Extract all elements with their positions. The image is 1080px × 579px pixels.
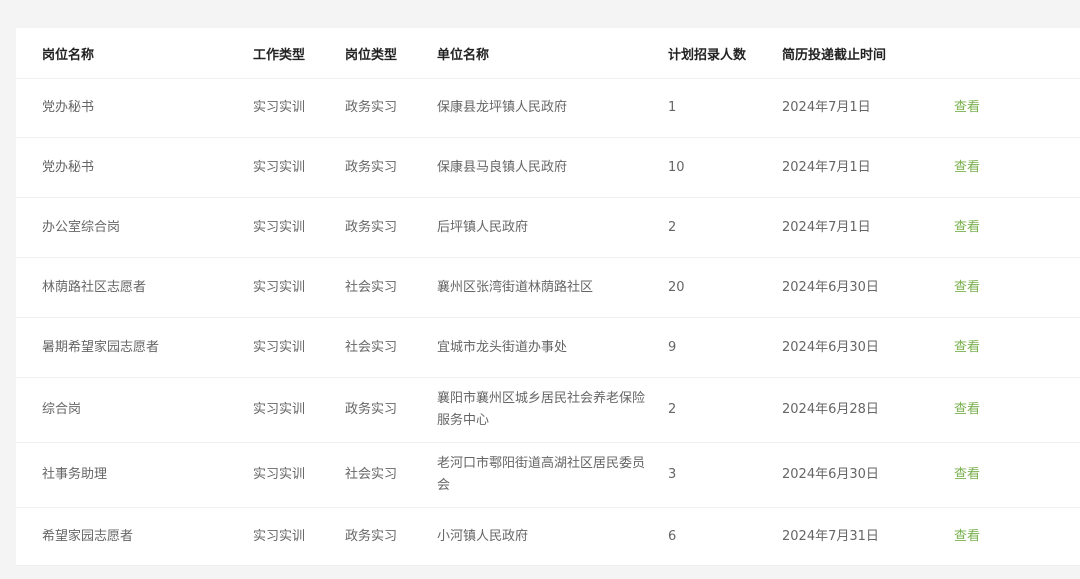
cell-action: 查看 <box>954 257 1080 318</box>
cell-job-type: 政务实习 <box>345 78 437 138</box>
cell-job-title: 办公室综合岗 <box>16 197 253 258</box>
cell-action: 查看 <box>954 377 1080 443</box>
cell-job-title: 林荫路社区志愿者 <box>16 257 253 318</box>
cell-job-title: 党办秘书 <box>16 137 253 198</box>
header-plan-count: 计划招录人数 <box>668 28 782 79</box>
cell-unit-name: 小河镇人民政府 <box>437 507 668 566</box>
cell-job-title: 党办秘书 <box>16 78 253 138</box>
cell-work-type: 实习实训 <box>253 257 345 318</box>
header-unit-name: 单位名称 <box>437 28 668 79</box>
cell-job-type: 社会实习 <box>345 442 437 508</box>
cell-job-type: 政务实习 <box>345 377 437 443</box>
cell-plan-count: 1 <box>668 78 782 138</box>
header-job-title: 岗位名称 <box>16 28 253 79</box>
cell-action: 查看 <box>954 78 1080 138</box>
cell-unit-name: 保康县龙坪镇人民政府 <box>437 78 668 138</box>
cell-plan-count: 3 <box>668 442 782 508</box>
header-job-type: 岗位类型 <box>345 28 437 79</box>
cell-unit-name: 后坪镇人民政府 <box>437 197 668 258</box>
table-row: 综合岗 实习实训 政务实习 襄阳市襄州区城乡居民社会养老保险服务中心 2 202… <box>16 377 1080 443</box>
table-row: 林荫路社区志愿者 实习实训 社会实习 襄州区张湾街道林荫路社区 20 2024年… <box>16 257 1080 318</box>
cell-plan-count: 6 <box>668 507 782 566</box>
cell-deadline: 2024年7月1日 <box>782 137 954 198</box>
cell-action: 查看 <box>954 137 1080 198</box>
cell-plan-count: 20 <box>668 257 782 318</box>
cell-deadline: 2024年7月31日 <box>782 507 954 566</box>
table-header-row: 岗位名称 工作类型 岗位类型 单位名称 计划招录人数 简历投递截止时间 <box>16 28 1080 79</box>
cell-unit-name: 老河口市鄠阳街道高湖社区居民委员会 <box>437 442 668 508</box>
cell-deadline: 2024年6月28日 <box>782 377 954 443</box>
table-row: 党办秘书 实习实训 政务实习 保康县龙坪镇人民政府 1 2024年7月1日 查看 <box>16 78 1080 138</box>
cell-work-type: 实习实训 <box>253 78 345 138</box>
cell-deadline: 2024年6月30日 <box>782 442 954 508</box>
cell-work-type: 实习实训 <box>253 442 345 508</box>
cell-job-title: 综合岗 <box>16 377 253 443</box>
cell-action: 查看 <box>954 507 1080 566</box>
cell-work-type: 实习实训 <box>253 317 345 378</box>
cell-work-type: 实习实训 <box>253 197 345 258</box>
cell-job-title: 社事务助理 <box>16 442 253 508</box>
cell-plan-count: 2 <box>668 377 782 443</box>
header-work-type: 工作类型 <box>253 28 345 79</box>
cell-deadline: 2024年6月30日 <box>782 317 954 378</box>
cell-action: 查看 <box>954 197 1080 258</box>
job-table-panel: 岗位名称 工作类型 岗位类型 单位名称 计划招录人数 简历投递截止时间 党办秘书… <box>16 28 1080 566</box>
cell-action: 查看 <box>954 442 1080 508</box>
job-table: 岗位名称 工作类型 岗位类型 单位名称 计划招录人数 简历投递截止时间 党办秘书… <box>16 28 1080 566</box>
cell-unit-name: 宜城市龙头街道办事处 <box>437 317 668 378</box>
table-row: 党办秘书 实习实训 政务实习 保康县马良镇人民政府 10 2024年7月1日 查… <box>16 137 1080 198</box>
view-link[interactable]: 查看 <box>954 402 980 417</box>
table-row: 希望家园志愿者 实习实训 政务实习 小河镇人民政府 6 2024年7月31日 查… <box>16 507 1080 566</box>
cell-job-type: 政务实习 <box>345 137 437 198</box>
cell-work-type: 实习实训 <box>253 377 345 443</box>
cell-plan-count: 2 <box>668 197 782 258</box>
view-link[interactable]: 查看 <box>954 160 980 175</box>
cell-job-title: 暑期希望家园志愿者 <box>16 317 253 378</box>
view-link[interactable]: 查看 <box>954 220 980 235</box>
cell-plan-count: 9 <box>668 317 782 378</box>
cell-deadline: 2024年6月30日 <box>782 257 954 318</box>
view-link[interactable]: 查看 <box>954 529 980 544</box>
cell-unit-name: 襄阳市襄州区城乡居民社会养老保险服务中心 <box>437 377 668 443</box>
table-row: 办公室综合岗 实习实训 政务实习 后坪镇人民政府 2 2024年7月1日 查看 <box>16 197 1080 258</box>
view-link[interactable]: 查看 <box>954 340 980 355</box>
cell-action: 查看 <box>954 317 1080 378</box>
cell-job-title: 希望家园志愿者 <box>16 507 253 566</box>
cell-unit-name: 襄州区张湾街道林荫路社区 <box>437 257 668 318</box>
header-deadline: 简历投递截止时间 <box>782 28 954 79</box>
cell-job-type: 政务实习 <box>345 507 437 566</box>
cell-job-type: 政务实习 <box>345 197 437 258</box>
cell-plan-count: 10 <box>668 137 782 198</box>
table-row: 暑期希望家园志愿者 实习实训 社会实习 宜城市龙头街道办事处 9 2024年6月… <box>16 317 1080 378</box>
cell-deadline: 2024年7月1日 <box>782 78 954 138</box>
cell-deadline: 2024年7月1日 <box>782 197 954 258</box>
view-link[interactable]: 查看 <box>954 467 980 482</box>
view-link[interactable]: 查看 <box>954 100 980 115</box>
cell-job-type: 社会实习 <box>345 317 437 378</box>
cell-job-type: 社会实习 <box>345 257 437 318</box>
cell-unit-name: 保康县马良镇人民政府 <box>437 137 668 198</box>
view-link[interactable]: 查看 <box>954 280 980 295</box>
cell-work-type: 实习实训 <box>253 137 345 198</box>
header-action <box>954 28 1080 79</box>
table-row: 社事务助理 实习实训 社会实习 老河口市鄠阳街道高湖社区居民委员会 3 2024… <box>16 442 1080 508</box>
cell-work-type: 实习实训 <box>253 507 345 566</box>
